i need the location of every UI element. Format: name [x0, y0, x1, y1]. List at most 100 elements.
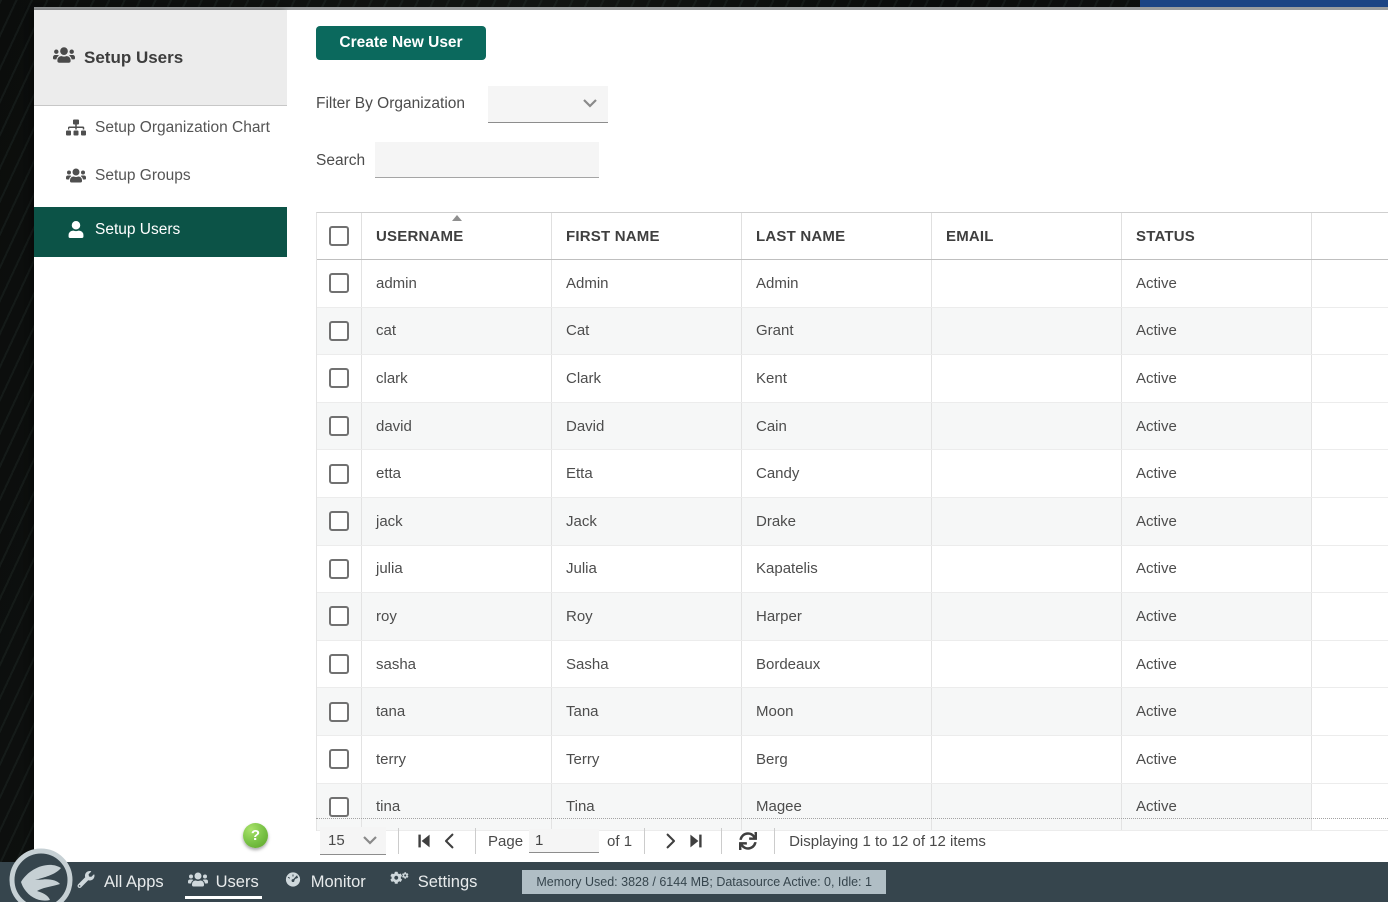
cell-last-name: Cain: [741, 402, 931, 450]
column-header-filler: [1311, 213, 1388, 259]
table-row: tana Tana Moon Active: [317, 688, 1388, 736]
row-checkbox-cell: [317, 402, 361, 450]
row-checkbox-cell: [317, 260, 361, 307]
cell-email: [931, 355, 1121, 402]
cell-email: [931, 450, 1121, 497]
table-row: jack Jack Drake Active: [317, 497, 1388, 546]
main-content: Create New User Filter By Organization S…: [287, 10, 1388, 862]
row-checkbox-cell: [317, 450, 361, 497]
page-size-value: 15: [328, 832, 345, 849]
table-body: admin Admin Admin Active cat Cat Grant Active cl…: [317, 260, 1388, 832]
cell-email: [931, 688, 1121, 735]
column-header-status[interactable]: STATUS: [1121, 213, 1311, 259]
taskbar-item-label: Monitor: [310, 872, 366, 891]
cell-last-name: Drake: [741, 497, 931, 545]
cell-email: [931, 545, 1121, 593]
row-checkbox[interactable]: [329, 273, 349, 294]
help-button[interactable]: ?: [243, 823, 268, 848]
cell-first-name: David: [551, 402, 741, 450]
first-page-button[interactable]: [411, 833, 437, 849]
row-checkbox-cell: [317, 307, 361, 355]
taskbar-item-label: Settings: [417, 872, 478, 891]
row-checkbox[interactable]: [329, 416, 349, 437]
help-question-icon: ?: [250, 827, 261, 844]
pagination-bar: 15 Page of 1: [316, 818, 1388, 863]
cell-status: Active: [1121, 688, 1311, 735]
table-row: clark Clark Kent Active: [317, 355, 1388, 403]
sidebar-item-label: Setup Groups: [95, 167, 191, 185]
cell-first-name: Jack: [551, 497, 741, 545]
divider: [721, 828, 723, 854]
row-checkbox[interactable]: [329, 749, 349, 770]
chevron-down-icon: [362, 832, 378, 849]
taskbar-item-monitor[interactable]: Monitor: [280, 862, 369, 902]
select-all-checkbox[interactable]: [329, 226, 349, 246]
taskbar-item-label: Users: [215, 872, 259, 891]
table-header-row: USERNAME FIRST NAME LAST NAME EMAIL STAT…: [317, 213, 1388, 260]
taskbar-item-users[interactable]: Users: [184, 862, 262, 902]
row-filler-cell: [1311, 450, 1388, 497]
column-header-username[interactable]: USERNAME: [361, 213, 551, 259]
refresh-button[interactable]: [734, 832, 762, 850]
row-filler-cell: [1311, 640, 1388, 688]
sidebar-item-groups[interactable]: Setup Groups: [34, 154, 287, 202]
sidebar-header: Setup Users: [34, 10, 287, 106]
table-row: julia Julia Kapatelis Active: [317, 545, 1388, 594]
page-size-select[interactable]: 15: [320, 827, 386, 855]
org-chart-icon: [66, 119, 86, 142]
taskbar-item-settings[interactable]: Settings: [387, 862, 481, 902]
cell-username: julia: [361, 545, 551, 593]
column-header-last-name[interactable]: LAST NAME: [741, 213, 931, 259]
cell-username: etta: [361, 450, 551, 497]
sidebar-item-users[interactable]: Setup Users: [34, 206, 287, 258]
memory-status-badge: Memory Used: 3828 / 6144 MB; Datasource …: [522, 869, 886, 895]
app-logo[interactable]: [8, 847, 74, 902]
chevron-down-icon: [582, 95, 598, 113]
previous-page-button[interactable]: [437, 833, 463, 849]
cell-username: sasha: [361, 640, 551, 688]
cell-first-name: Julia: [551, 545, 741, 593]
row-checkbox[interactable]: [329, 320, 349, 341]
cell-first-name: Cat: [551, 307, 741, 355]
table-row: roy Roy Harper Active: [317, 593, 1388, 641]
column-header-first-name[interactable]: FIRST NAME: [551, 213, 741, 259]
row-checkbox-cell: [317, 688, 361, 735]
row-checkbox-cell: [317, 641, 361, 688]
sidebar-item-org-chart[interactable]: Setup Organization Chart: [34, 106, 287, 154]
cell-username: clark: [361, 355, 551, 402]
row-checkbox[interactable]: [329, 654, 349, 675]
taskbar-items: All Apps Users Monitor Settings: [73, 862, 480, 902]
table-row: etta Etta Candy Active: [317, 450, 1388, 498]
cell-first-name: Roy: [551, 593, 741, 640]
organization-select[interactable]: [488, 86, 608, 123]
cell-email: [931, 307, 1121, 355]
row-checkbox[interactable]: [329, 368, 349, 389]
last-page-button[interactable]: [683, 833, 709, 849]
row-checkbox[interactable]: [329, 606, 349, 627]
row-filler-cell: [1311, 402, 1388, 450]
table-row: sasha Sasha Bordeaux Active: [317, 640, 1388, 689]
search-input[interactable]: [375, 142, 599, 178]
cell-last-name: Bordeaux: [741, 640, 931, 688]
row-checkbox[interactable]: [329, 511, 349, 532]
row-checkbox[interactable]: [329, 463, 349, 484]
create-new-user-button[interactable]: Create New User: [316, 26, 486, 60]
column-header-email[interactable]: EMAIL: [931, 213, 1121, 259]
cell-last-name: Berg: [741, 735, 931, 783]
row-filler-cell: [1311, 688, 1388, 735]
taskbar-item-all-apps[interactable]: All Apps: [73, 862, 167, 902]
cell-email: [931, 402, 1121, 450]
row-checkbox[interactable]: [329, 558, 349, 579]
cell-last-name: Kent: [741, 355, 931, 402]
wrench-icon: [76, 871, 96, 893]
cell-username: roy: [361, 593, 551, 640]
cell-last-name: Admin: [741, 260, 931, 307]
row-checkbox[interactable]: [329, 701, 349, 722]
row-checkbox[interactable]: [329, 796, 349, 817]
row-filler-cell: [1311, 307, 1388, 355]
cell-username: david: [361, 402, 551, 450]
row-filler-cell: [1311, 497, 1388, 545]
page-number-input[interactable]: [529, 829, 600, 853]
cell-email: [931, 640, 1121, 688]
next-page-button[interactable]: [657, 833, 683, 849]
